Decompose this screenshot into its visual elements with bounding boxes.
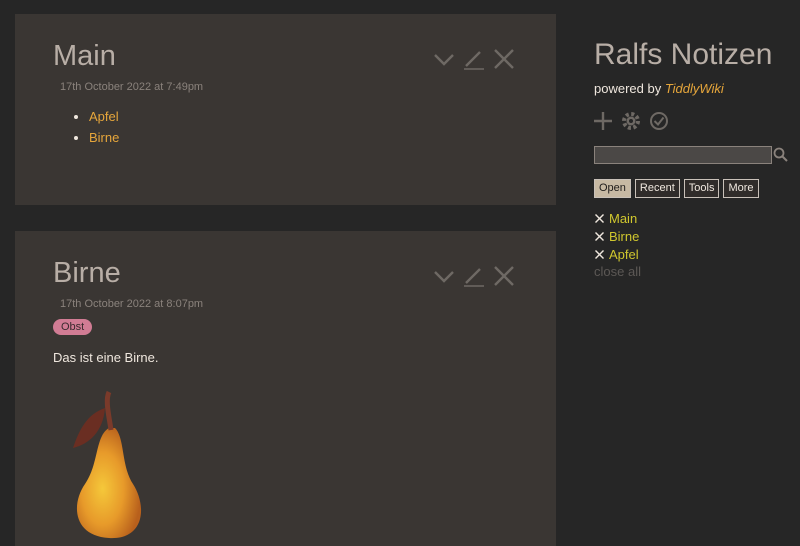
tiddler-title: Main bbox=[53, 40, 116, 72]
save-check-icon[interactable] bbox=[648, 110, 670, 132]
tab-tools[interactable]: Tools bbox=[683, 179, 720, 198]
tab-recent[interactable]: Recent bbox=[634, 179, 680, 198]
site-title: Ralfs Notizen bbox=[594, 38, 773, 71]
open-item-apfel[interactable]: Apfel bbox=[594, 245, 641, 263]
open-item-label[interactable]: Apfel bbox=[609, 247, 639, 262]
tiddler-subtitle: 17th October 2022 at 7:49pm bbox=[60, 81, 204, 93]
site-subtitle: powered by TiddlyWiki bbox=[594, 81, 724, 96]
list-item: Birne bbox=[89, 127, 119, 148]
close-all-button[interactable]: close all bbox=[594, 263, 641, 281]
pear-image bbox=[65, 386, 160, 546]
close-icon[interactable] bbox=[491, 263, 521, 289]
close-icon[interactable] bbox=[491, 46, 521, 72]
powered-prefix: powered by bbox=[594, 81, 665, 96]
tiddler-birne: Birne 17th October 2022 at 8:07pm Obst D… bbox=[15, 231, 556, 546]
open-item-main[interactable]: Main bbox=[594, 209, 641, 227]
close-icon[interactable] bbox=[594, 231, 605, 242]
page-controls bbox=[592, 110, 670, 132]
tiddlywiki-link[interactable]: TiddlyWiki bbox=[665, 81, 724, 96]
tab-more[interactable]: More bbox=[723, 179, 759, 198]
new-tiddler-plus-icon[interactable] bbox=[592, 110, 614, 132]
search-input[interactable] bbox=[594, 146, 772, 164]
edit-pencil-icon[interactable] bbox=[461, 46, 491, 72]
tag-obst[interactable]: Obst bbox=[53, 319, 93, 335]
open-tiddlers-list: Main Birne Apfel close all bbox=[594, 209, 641, 281]
open-item-label[interactable]: Birne bbox=[609, 229, 639, 244]
fold-chevron-icon[interactable] bbox=[431, 46, 461, 72]
fold-chevron-icon[interactable] bbox=[431, 263, 461, 289]
link-birne[interactable]: Birne bbox=[89, 130, 119, 145]
link-apfel[interactable]: Apfel bbox=[89, 109, 119, 124]
tab-open[interactable]: Open bbox=[594, 179, 631, 198]
tiddler-body-text: Das ist eine Birne. bbox=[53, 350, 159, 365]
open-item-label[interactable]: Main bbox=[609, 211, 637, 226]
close-icon[interactable] bbox=[594, 213, 605, 224]
tiddler-title: Birne bbox=[53, 257, 121, 289]
close-icon[interactable] bbox=[594, 249, 605, 260]
link-list: Apfel Birne bbox=[53, 106, 119, 148]
sidebar-tabs: Open Recent Tools More bbox=[594, 179, 759, 198]
tiddler-subtitle: 17th October 2022 at 8:07pm bbox=[60, 298, 204, 310]
control-panel-gear-icon[interactable] bbox=[620, 110, 642, 132]
tiddler-controls bbox=[431, 46, 521, 72]
search-icon[interactable] bbox=[772, 146, 790, 164]
edit-pencil-icon[interactable] bbox=[461, 263, 491, 289]
tiddler-controls bbox=[431, 263, 521, 289]
list-item: Apfel bbox=[89, 106, 119, 127]
open-item-birne[interactable]: Birne bbox=[594, 227, 641, 245]
tiddler-main: Main 17th October 2022 at 7:49pm Apfel B… bbox=[15, 14, 556, 205]
